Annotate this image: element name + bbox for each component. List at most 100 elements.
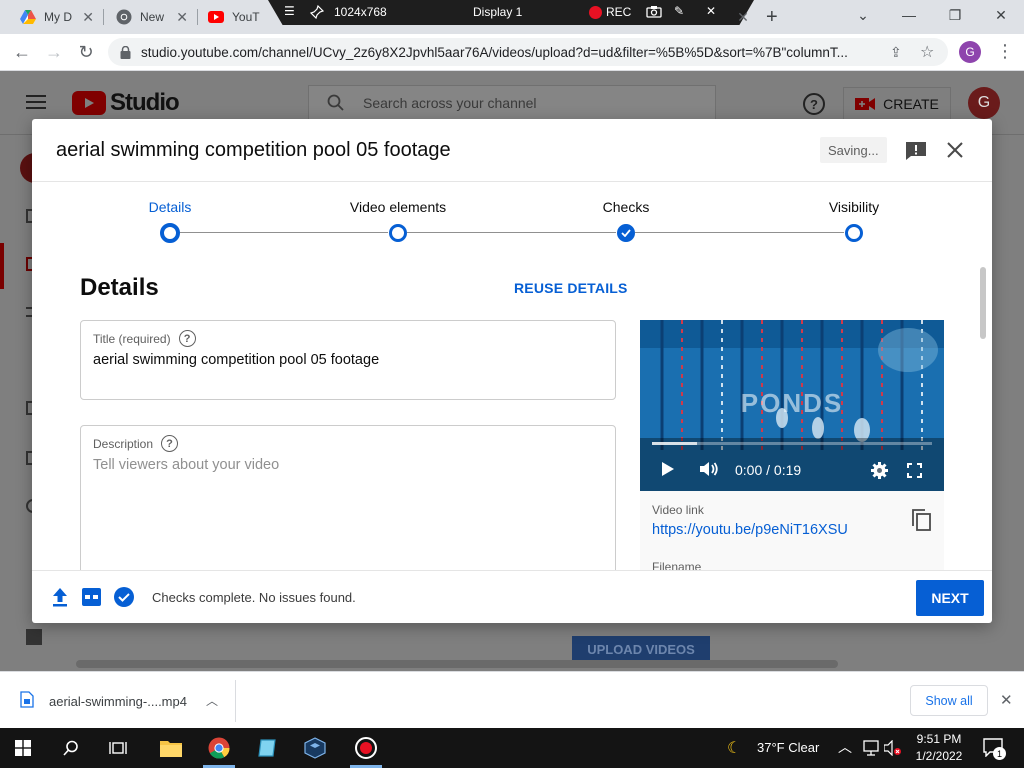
tab-new-tab[interactable]: New ✕ bbox=[96, 0, 196, 34]
screen-recorder-app-icon[interactable] bbox=[343, 728, 389, 768]
google-drive-icon bbox=[20, 9, 36, 25]
copy-icon[interactable] bbox=[910, 508, 932, 532]
bg-horizontal-scrollbar[interactable] bbox=[76, 660, 838, 668]
help-icon[interactable]: ? bbox=[178, 330, 196, 347]
address-bar[interactable]: studio.youtube.com/channel/UCvy_2z6y8X2J… bbox=[108, 38, 948, 66]
step-checks-check-icon[interactable] bbox=[617, 224, 635, 242]
channel-search-input[interactable]: Search across your channel bbox=[308, 85, 716, 121]
close-tab-icon[interactable]: ✕ bbox=[82, 9, 94, 26]
hamburger-menu-icon[interactable] bbox=[26, 95, 46, 109]
title-field-value[interactable]: aerial swimming competition pool 05 foot… bbox=[93, 352, 379, 368]
video-link[interactable]: https://youtu.be/p9eNiT16XSU bbox=[652, 522, 848, 538]
download-filename[interactable]: aerial-swimming-....mp4 bbox=[49, 694, 187, 709]
share-icon[interactable]: ⇪ bbox=[890, 44, 902, 61]
network-icon[interactable] bbox=[862, 740, 880, 761]
dialog-title: aerial swimming competition pool 05 foot… bbox=[56, 139, 451, 161]
step-video-elements-label[interactable]: Video elements bbox=[350, 199, 446, 215]
video-progress-bar[interactable] bbox=[652, 442, 932, 445]
tab-google-drive[interactable]: My D ✕ bbox=[0, 0, 102, 34]
virtualbox-icon[interactable] bbox=[292, 728, 338, 768]
forward-arrow-icon[interactable]: → bbox=[42, 40, 66, 64]
description-field-label: Description bbox=[93, 436, 154, 451]
play-icon[interactable] bbox=[662, 462, 674, 481]
bookmark-star-icon[interactable]: ☆ bbox=[920, 42, 934, 62]
tray-chevron-up-icon[interactable]: ︿ bbox=[838, 737, 852, 757]
browser-menu-icon[interactable]: ⋮ bbox=[996, 41, 1014, 62]
new-tab-button[interactable]: + bbox=[766, 6, 778, 29]
help-icon[interactable]: ? bbox=[161, 435, 179, 452]
weather-text[interactable]: 37°F Clear bbox=[757, 740, 819, 755]
restore-icon[interactable]: ❐ bbox=[932, 0, 978, 30]
hd-badge-icon[interactable] bbox=[82, 588, 101, 611]
description-field[interactable]: Description ? Tell viewers about your vi… bbox=[80, 425, 616, 570]
close-dialog-icon[interactable] bbox=[946, 141, 964, 164]
title-field[interactable]: Title (required) ? aerial swimming compe… bbox=[80, 320, 616, 400]
video-preview[interactable]: PONDS 0:00 / 0:19 bbox=[640, 320, 944, 491]
volume-muted-icon[interactable] bbox=[883, 739, 902, 761]
browser-toolbar: ← → ↻ studio.youtube.com/channel/UCvy_2z… bbox=[0, 34, 1024, 71]
pin-icon[interactable] bbox=[309, 4, 325, 22]
close-shelf-icon[interactable]: ✕ bbox=[1000, 691, 1013, 709]
details-content: Details REUSE DETAILS Title (required) ?… bbox=[32, 262, 992, 570]
moon-weather-icon[interactable]: ☾ bbox=[727, 738, 741, 758]
fullscreen-icon[interactable] bbox=[907, 463, 922, 483]
stepper-line bbox=[407, 232, 616, 233]
file-explorer-icon[interactable] bbox=[148, 728, 194, 768]
upload-arrow-icon[interactable] bbox=[52, 588, 68, 612]
screen-recorder-bar: ☰ 1024x768 Display 1 REC ✎ ✕ bbox=[268, 0, 754, 25]
tab-youtube-studio[interactable]: YouT bbox=[188, 0, 268, 34]
description-placeholder[interactable]: Tell viewers about your video bbox=[93, 457, 279, 473]
pencil-icon[interactable]: ✎ bbox=[674, 4, 684, 18]
notepad-app-icon[interactable] bbox=[244, 728, 290, 768]
youtube-logo-icon[interactable] bbox=[72, 91, 106, 115]
dialog-scrollbar[interactable] bbox=[980, 267, 986, 339]
step-details-label[interactable]: Details bbox=[149, 199, 192, 215]
taskbar-search-icon[interactable] bbox=[48, 728, 94, 768]
profile-avatar[interactable]: G bbox=[959, 41, 981, 63]
stepper-line bbox=[635, 232, 844, 233]
create-button[interactable]: CREATE bbox=[843, 87, 951, 121]
close-tab-icon[interactable]: ✕ bbox=[176, 9, 188, 26]
rec-label[interactable]: REC bbox=[606, 5, 631, 19]
url-text: studio.youtube.com/channel/UCvy_2z6y8X2J… bbox=[141, 44, 848, 60]
volume-icon[interactable] bbox=[700, 461, 720, 482]
feedback-icon[interactable] bbox=[905, 141, 927, 166]
taskbar-clock[interactable]: 9:51 PM 1/2/2022 bbox=[908, 731, 970, 765]
youtube-icon bbox=[208, 9, 224, 25]
channel-avatar[interactable]: G bbox=[968, 87, 1000, 119]
help-icon[interactable]: ? bbox=[803, 93, 825, 115]
step-visibility-dot[interactable] bbox=[845, 224, 863, 242]
chevron-up-icon[interactable]: ︿ bbox=[206, 692, 218, 709]
sidebar-feedback-icon[interactable] bbox=[26, 629, 42, 645]
menu-icon[interactable]: ☰ bbox=[284, 4, 295, 18]
show-all-button[interactable]: Show all bbox=[910, 685, 988, 716]
notifications-icon[interactable]: 1 bbox=[983, 737, 1006, 762]
back-arrow-icon[interactable]: ← bbox=[10, 40, 34, 64]
close-recorder-icon[interactable]: ✕ bbox=[706, 4, 716, 18]
clock-date: 1/2/2022 bbox=[915, 749, 963, 763]
close-window-icon[interactable]: ✕ bbox=[978, 0, 1024, 30]
step-details-dot[interactable] bbox=[160, 223, 180, 243]
windows-taskbar: ☾ 37°F Clear ︿ 9:51 PM 1/2/2022 1 bbox=[0, 728, 1024, 768]
step-checks-label[interactable]: Checks bbox=[603, 199, 650, 215]
camera-icon[interactable] bbox=[646, 5, 662, 21]
studio-logo-text: Studio bbox=[110, 89, 180, 116]
upload-videos-button[interactable]: UPLOAD VIDEOS bbox=[572, 636, 710, 660]
chrome-taskbar-icon[interactable] bbox=[196, 728, 242, 768]
step-visibility-label[interactable]: Visibility bbox=[829, 199, 879, 215]
minimize-icon[interactable]: — bbox=[886, 0, 932, 30]
sidebar-active-indicator bbox=[0, 243, 4, 289]
task-view-icon[interactable] bbox=[95, 728, 141, 768]
settings-gear-icon[interactable] bbox=[871, 462, 888, 484]
tab-search-chevron-icon[interactable]: ⌄ bbox=[840, 0, 886, 30]
close-tab-icon[interactable]: ✕ bbox=[728, 0, 758, 34]
checks-complete-icon[interactable] bbox=[113, 586, 135, 613]
clock-time: 9:51 PM bbox=[916, 732, 962, 746]
reload-icon[interactable]: ↻ bbox=[74, 40, 98, 64]
windows-start-icon[interactable] bbox=[0, 728, 46, 768]
reuse-details-button[interactable]: REUSE DETAILS bbox=[514, 280, 628, 296]
upload-stepper: Details Video elements Checks Visibility bbox=[32, 182, 992, 262]
next-button[interactable]: NEXT bbox=[916, 580, 984, 616]
dialog-footer: Checks complete. No issues found. NEXT bbox=[32, 570, 992, 623]
step-video-elements-dot[interactable] bbox=[389, 224, 407, 242]
